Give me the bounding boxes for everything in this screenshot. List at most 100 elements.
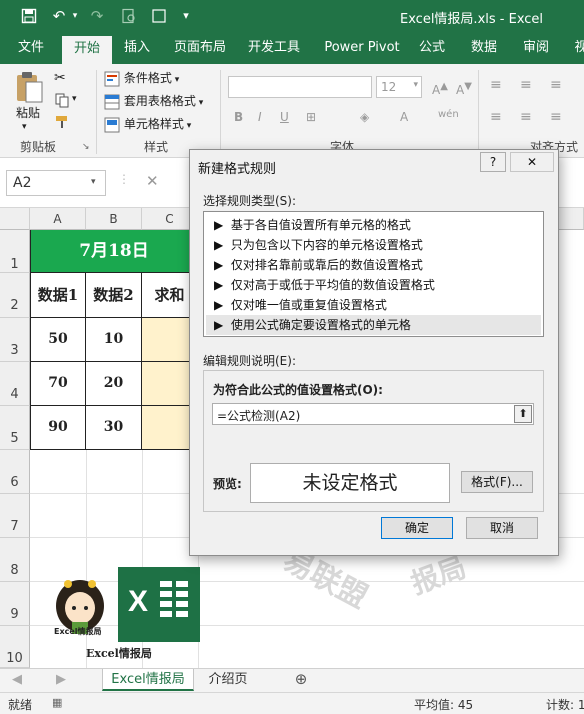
save-icon[interactable] [18, 6, 40, 26]
sheet-tab-intro[interactable]: 介绍页 [198, 669, 258, 691]
redo-icon[interactable]: ↷ [86, 6, 108, 26]
new-format-rule-dialog: 新建格式规则 ? ✕ 选择规则类型(S): ▶ 基于各自值设置所有单元格的格式 … [189, 149, 559, 556]
align-middle-icon[interactable]: ≡ [520, 76, 532, 94]
italic-button[interactable]: I [258, 108, 262, 126]
open-icon[interactable] [148, 6, 170, 26]
align-bottom-icon[interactable]: ≡ [550, 76, 562, 94]
rule-type-item[interactable]: ▶ 仅对排名靠前或靠后的数值设置格式 [206, 255, 541, 275]
cell-b5[interactable]: 30 [86, 406, 142, 450]
dialog-launcher-icon[interactable]: ↘ [82, 142, 90, 152]
scroll-left-icon[interactable]: ◀ [8, 669, 26, 691]
undo-dropdown-icon[interactable]: ▾ [70, 6, 80, 26]
copy-dropdown-icon[interactable]: ▾ [72, 94, 77, 104]
rule-type-item-selected[interactable]: ▶ 使用公式确定要设置格式的单元格 [206, 315, 541, 335]
tab-data[interactable]: 数据 [462, 33, 506, 64]
cell-a4[interactable]: 70 [30, 362, 86, 406]
styles-group-label: 样式 [144, 140, 169, 154]
row-header-9[interactable]: 9 [0, 582, 30, 626]
rule-type-item[interactable]: ▶ 仅对唯一值或重复值设置格式 [206, 295, 541, 315]
tab-formulas[interactable]: 公式 [410, 33, 454, 64]
paste-icon[interactable] [14, 70, 44, 107]
sheet-tab-excel-info[interactable]: Excel情报局 [102, 669, 194, 691]
column-header-a[interactable]: A [30, 208, 86, 230]
row-header-1[interactable]: 1 [0, 230, 30, 273]
borders-icon[interactable]: ⊞ [306, 108, 316, 126]
formula-input[interactable]: =公式检测(A2) ⬆ [212, 403, 534, 425]
paste-dropdown-icon[interactable]: ▾ [22, 118, 27, 136]
row-header-8[interactable]: 8 [0, 538, 30, 582]
row-header-6[interactable]: 6 [0, 450, 30, 494]
conditional-format-button[interactable]: 条件格式 ▾ [104, 69, 179, 89]
name-box[interactable]: A2 ▾ [6, 170, 106, 196]
cell-b3[interactable]: 10 [86, 318, 142, 362]
excel-window: ↶ ▾ ↷ ▾ Excel情报局.xls - Excel 文件 开始 插入 页面… [0, 0, 584, 714]
cancel-button[interactable]: 取消 [466, 517, 538, 539]
excel-logo-letter: X [128, 585, 149, 618]
date-header-cell[interactable]: 7月18日 [30, 230, 198, 273]
row-header-3[interactable]: 3 [0, 318, 30, 362]
cell-b4[interactable]: 20 [86, 362, 142, 406]
customize-toolbar-icon[interactable]: ▾ [178, 6, 194, 26]
rule-type-item[interactable]: ▶ 基于各自值设置所有单元格的格式 [206, 215, 541, 235]
rule-type-label-text: 基于各自值设置所有单元格的格式 [230, 218, 411, 232]
scroll-right-icon[interactable]: ▶ [52, 669, 70, 691]
excel-logo-image: X [118, 567, 200, 642]
fill-color-icon[interactable]: ◈ [360, 108, 369, 126]
group-separator [96, 70, 97, 154]
align-center-icon[interactable]: ≡ [520, 108, 532, 126]
font-size-combo[interactable]: 12 ▾ [376, 76, 422, 98]
column-header-b[interactable]: B [86, 208, 142, 230]
tab-developer[interactable]: 开发工具 [240, 33, 308, 64]
cut-icon[interactable]: ✂ [54, 70, 66, 86]
row-header-4[interactable]: 4 [0, 362, 30, 406]
print-preview-icon[interactable] [118, 6, 140, 26]
rule-type-list[interactable]: ▶ 基于各自值设置所有单元格的格式 ▶ 只为包含以下内容的单元格设置格式 ▶ 仅… [203, 211, 544, 337]
row-header-7[interactable]: 7 [0, 494, 30, 538]
name-box-dropdown-icon[interactable]: ▾ [91, 177, 96, 187]
select-all-corner[interactable] [0, 208, 30, 230]
header-cell-data2[interactable]: 数据2 [86, 273, 142, 318]
align-top-icon[interactable]: ≡ [490, 76, 502, 94]
paste-button[interactable]: 粘贴 [16, 104, 40, 122]
tab-page-layout[interactable]: 页面布局 [166, 33, 234, 64]
collapse-dialog-icon[interactable]: ⬆ [514, 405, 532, 423]
title-bar: ↶ ▾ ↷ ▾ Excel情报局.xls - Excel [0, 0, 584, 33]
ok-button[interactable]: 确定 [381, 517, 453, 539]
ribbon: 粘贴 ▾ ✂ ▾ 剪贴板 ↘ 条件格式 ▾ 套用表格格式 ▾ 单元格样式 ▾ 样… [0, 64, 584, 158]
shrink-font-icon[interactable]: A▼ [456, 78, 472, 99]
help-button[interactable]: ? [480, 152, 506, 172]
grow-font-icon[interactable]: A▲ [432, 78, 448, 99]
align-left-icon[interactable]: ≡ [490, 108, 502, 126]
tab-insert[interactable]: 插入 [114, 33, 160, 64]
phonetic-icon[interactable]: wén [438, 106, 459, 124]
row-header-5[interactable]: 5 [0, 406, 30, 450]
format-button[interactable]: 格式(F)... [461, 471, 533, 493]
close-icon[interactable]: ✕ [510, 152, 554, 172]
font-name-combo[interactable] [228, 76, 372, 98]
cancel-formula-icon[interactable]: ✕ [146, 172, 159, 190]
tab-home[interactable]: 开始 [62, 36, 112, 64]
row-header-2[interactable]: 2 [0, 273, 30, 318]
align-right-icon[interactable]: ≡ [550, 108, 562, 126]
macro-record-icon[interactable]: ▦ [52, 696, 62, 709]
rule-type-item[interactable]: ▶ 只为包含以下内容的单元格设置格式 [206, 235, 541, 255]
tab-view[interactable]: 视 [566, 33, 584, 64]
underline-button[interactable]: U [280, 108, 289, 126]
add-sheet-icon[interactable]: ⊕ [290, 669, 312, 691]
format-painter-icon[interactable] [54, 114, 70, 133]
tab-review[interactable]: 审阅 [514, 33, 558, 64]
cell-a3[interactable]: 50 [30, 318, 86, 362]
rule-type-item[interactable]: ▶ 仅对高于或低于平均值的数值设置格式 [206, 275, 541, 295]
font-color-icon[interactable]: A [400, 108, 408, 126]
copy-icon[interactable] [54, 92, 70, 111]
cell-styles-button[interactable]: 单元格样式 ▾ [104, 115, 191, 135]
gridline [30, 625, 584, 626]
tab-file[interactable]: 文件 [6, 33, 56, 64]
tab-power-pivot[interactable]: Power Pivot [318, 33, 406, 64]
undo-icon[interactable]: ↶ [48, 6, 70, 26]
format-as-table-button[interactable]: 套用表格格式 ▾ [104, 92, 203, 112]
header-cell-data1[interactable]: 数据1 [30, 273, 86, 318]
cell-a5[interactable]: 90 [30, 406, 86, 450]
bold-button[interactable]: B [234, 108, 243, 126]
row-header-10[interactable]: 10 [0, 626, 30, 668]
